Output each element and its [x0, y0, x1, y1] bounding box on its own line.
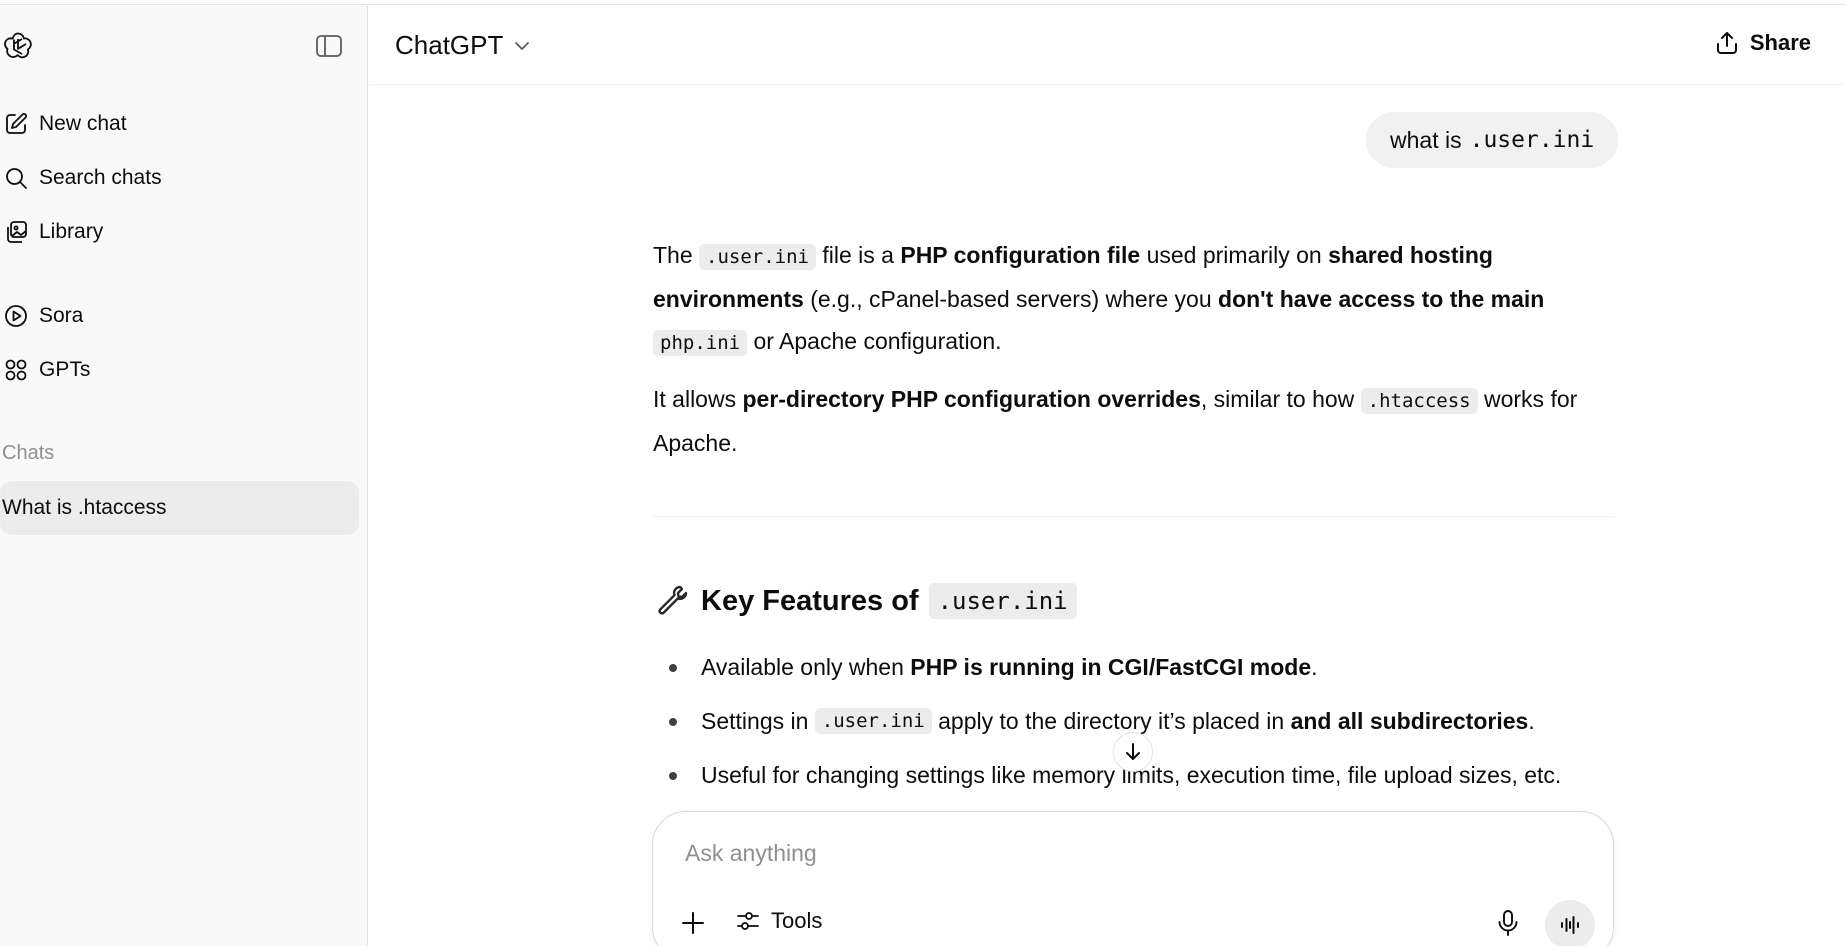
answer-text: or Apache configuration.	[753, 328, 1002, 354]
voice-mode-button[interactable]	[1545, 900, 1595, 946]
sidebar-item-gpts[interactable]: GPTs	[0, 344, 360, 396]
answer-text: used primarily on	[1146, 242, 1322, 268]
scroll-to-bottom-button[interactable]	[1113, 732, 1153, 772]
answer-bold: don't have access to the main	[1218, 286, 1545, 312]
sidebar-item-new-chat[interactable]: New chat	[0, 98, 360, 150]
user-message-code: .user.ini	[1469, 127, 1595, 153]
share-button[interactable]: Share	[1714, 30, 1811, 56]
sidebar-item-label: GPTs	[39, 358, 91, 381]
chat-history-title: What is .htaccess	[2, 496, 167, 519]
section-heading-code: .user.ini	[928, 583, 1077, 619]
openai-logo-icon[interactable]	[2, 30, 34, 62]
share-icon	[1716, 32, 1737, 54]
inline-code: .user.ini	[699, 244, 816, 270]
answer-text: The	[653, 242, 693, 268]
sidebar-toggle-icon[interactable]	[314, 32, 344, 60]
answer-bold: per-directory PHP configuration override…	[742, 386, 1201, 412]
sidebar-item-sora[interactable]: Sora	[0, 290, 360, 342]
list-bold: PHP is running in CGI/FastCGI mode	[910, 653, 1312, 680]
section-heading-text: Key Features of	[701, 584, 919, 617]
list-text: Available only when	[701, 653, 904, 680]
answer-bold: PHP configuration file	[900, 242, 1141, 268]
feature-list: Available only when PHP is running in CG…	[653, 640, 1615, 802]
window-top-edge	[0, 0, 1845, 5]
sidebar-item-label: New chat	[39, 112, 127, 135]
sidebar: New chat Search chats Library Sora GPTs …	[0, 6, 368, 946]
assistant-message: The .user.ini file is a PHP configuratio…	[653, 234, 1615, 478]
microphone-icon	[1498, 910, 1518, 936]
grid-icon	[5, 359, 27, 381]
tools-button[interactable]: Tools	[735, 908, 822, 934]
sidebar-item-label: Library	[39, 220, 104, 243]
inline-code: .htaccess	[1360, 388, 1478, 414]
user-message-bubble: what is .user.ini	[1366, 112, 1619, 168]
list-item: Available only when PHP is running in CG…	[653, 640, 1615, 694]
waveform-icon	[1561, 916, 1579, 934]
chat-history-item[interactable]: What is .htaccess	[0, 481, 359, 535]
wrench-icon	[658, 585, 688, 615]
list-text: apply to the directory it’s placed in	[938, 707, 1285, 734]
section-heading: Key Features of .user.ini	[653, 582, 1077, 620]
answer-text: file is a	[822, 242, 894, 268]
answer-text: (e.g., cPanel-based servers) where you	[810, 286, 1212, 312]
sidebar-item-search-chats[interactable]: Search chats	[0, 152, 360, 204]
tools-label: Tools	[771, 908, 823, 933]
dictate-button[interactable]	[1493, 908, 1523, 938]
arrow-down-icon	[1126, 743, 1140, 760]
answer-paragraph: It allows per-directory PHP configuratio…	[653, 378, 1615, 464]
list-bold: and all subdirectories	[1290, 707, 1529, 734]
answer-paragraph: The .user.ini file is a PHP configuratio…	[653, 234, 1615, 364]
sidebar-item-library[interactable]: Library	[0, 206, 360, 258]
sidebar-item-label: Search chats	[39, 166, 162, 189]
user-message-text: what is	[1390, 126, 1462, 153]
plus-icon	[682, 912, 704, 934]
composer: Tools	[652, 811, 1614, 946]
model-selector[interactable]: ChatGPT	[395, 30, 533, 61]
add-attachment-button[interactable]	[677, 907, 709, 939]
chats-section-label: Chats	[2, 442, 55, 464]
section-divider	[653, 516, 1615, 517]
sliders-icon	[737, 912, 759, 930]
top-header: ChatGPT Share	[369, 6, 1845, 85]
inline-code: .user.ini	[814, 708, 932, 734]
sidebar-item-label: Sora	[39, 304, 84, 327]
share-label: Share	[1749, 30, 1811, 55]
inline-code: php.ini	[653, 330, 748, 356]
search-icon	[6, 168, 27, 189]
chevron-down-icon	[515, 41, 530, 50]
edit-icon	[6, 113, 27, 134]
answer-text: It allows	[653, 386, 737, 412]
prompt-input[interactable]	[685, 840, 1485, 867]
list-text: .	[1311, 653, 1318, 680]
list-text: .	[1528, 707, 1535, 734]
answer-text: , similar to how	[1200, 386, 1355, 412]
library-icon	[7, 221, 27, 243]
list-text: Settings in	[701, 707, 809, 734]
play-circle-icon	[5, 305, 27, 327]
model-name: ChatGPT	[395, 30, 504, 60]
